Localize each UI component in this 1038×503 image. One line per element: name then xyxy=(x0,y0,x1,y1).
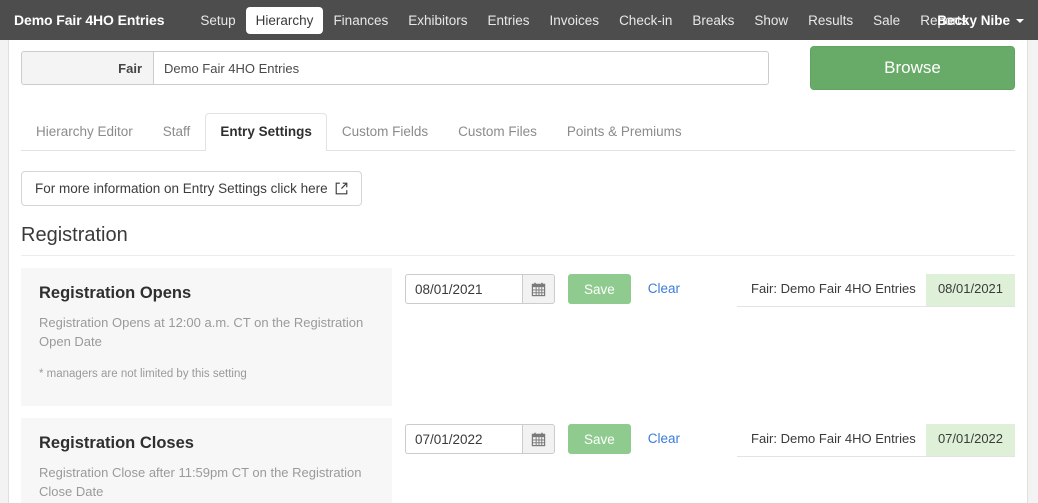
scope-value-table: Fair: Demo Fair 4HO Entries 07/01/2022 xyxy=(737,424,1015,457)
date-input-group xyxy=(404,274,555,304)
setting-controls-panel: Save Clear Fair: Demo Fair 4HO Entries 0… xyxy=(392,418,1015,457)
setting-description: Registration Close after 11:59pm CT on t… xyxy=(39,465,362,499)
registration-closes-save-button[interactable]: Save xyxy=(567,424,631,454)
top-nav-items: Setup Hierarchy Finances Exhibitors Entr… xyxy=(190,0,977,40)
scope-label: Fair: Demo Fair 4HO Entries xyxy=(751,431,916,446)
tab-hierarchy-editor[interactable]: Hierarchy Editor xyxy=(21,113,148,150)
nav-item-finances[interactable]: Finances xyxy=(323,7,398,34)
setting-title: Registration Opens xyxy=(39,284,192,302)
setting-row-registration-closes: Registration Closes Registration Close a… xyxy=(21,418,1015,503)
scope-value-badge: 07/01/2022 xyxy=(926,424,1015,456)
sub-tab-bar: Hierarchy Editor Staff Entry Settings Cu… xyxy=(21,113,1015,151)
nav-item-hierarchy[interactable]: Hierarchy xyxy=(245,6,324,34)
nav-item-sale[interactable]: Sale xyxy=(863,7,910,34)
nav-item-results[interactable]: Results xyxy=(798,7,863,34)
page-container: Fair Browse Hierarchy Editor Staff Entry… xyxy=(8,40,1028,503)
date-input-group xyxy=(404,424,555,454)
nav-item-check-in[interactable]: Check-in xyxy=(609,7,682,34)
nav-item-breaks[interactable]: Breaks xyxy=(682,7,744,34)
calendar-icon xyxy=(531,282,546,296)
tab-custom-files[interactable]: Custom Files xyxy=(443,113,552,150)
entry-settings-info-button[interactable]: For more information on Entry Settings c… xyxy=(21,171,362,206)
user-menu-label: Becky Nibe xyxy=(937,12,1010,28)
nav-item-exhibitors[interactable]: Exhibitors xyxy=(398,7,477,34)
fair-input[interactable] xyxy=(153,51,769,85)
setting-description-panel: Registration Opens Registration Opens at… xyxy=(21,268,392,406)
scope-value-table: Fair: Demo Fair 4HO Entries 08/01/2021 xyxy=(737,274,1015,307)
setting-description-panel: Registration Closes Registration Close a… xyxy=(21,418,392,503)
fair-input-group: Fair xyxy=(21,51,769,85)
tab-staff[interactable]: Staff xyxy=(148,113,206,150)
fair-input-label: Fair xyxy=(21,51,153,85)
registration-opens-clear-link[interactable]: Clear xyxy=(648,274,680,304)
chevron-down-icon xyxy=(1016,19,1024,23)
nav-item-entries[interactable]: Entries xyxy=(478,7,540,34)
calendar-picker-button[interactable] xyxy=(521,424,555,454)
info-button-wrapper: For more information on Entry Settings c… xyxy=(9,151,1027,206)
setting-row-registration-opens: Registration Opens Registration Opens at… xyxy=(21,268,1015,406)
browse-button[interactable]: Browse xyxy=(810,46,1015,90)
page-background: Fair Browse Hierarchy Editor Staff Entry… xyxy=(0,40,1038,503)
setting-controls-panel: Save Clear Fair: Demo Fair 4HO Entries 0… xyxy=(392,268,1015,307)
external-link-icon xyxy=(335,182,347,195)
tab-points-and-premiums[interactable]: Points & Premiums xyxy=(552,113,697,150)
app-brand-title: Demo Fair 4HO Entries xyxy=(14,12,165,28)
nav-item-invoices[interactable]: Invoices xyxy=(540,7,610,34)
registration-opens-save-button[interactable]: Save xyxy=(567,274,631,304)
nav-item-show[interactable]: Show xyxy=(744,7,798,34)
calendar-icon xyxy=(531,432,546,446)
tab-entry-settings[interactable]: Entry Settings xyxy=(205,113,327,151)
setting-note: * managers are not limited by this setti… xyxy=(39,368,247,380)
registration-closes-date-input[interactable] xyxy=(404,424,522,454)
setting-title: Registration Closes xyxy=(39,434,194,452)
top-navigation-bar: Demo Fair 4HO Entries Setup Hierarchy Fi… xyxy=(0,0,1038,40)
info-button-label: For more information on Entry Settings c… xyxy=(35,181,328,196)
user-menu[interactable]: Becky Nibe xyxy=(937,0,1024,40)
registration-closes-clear-link[interactable]: Clear xyxy=(648,424,680,454)
scope-value-badge: 08/01/2021 xyxy=(926,274,1015,306)
fair-selector-row: Fair Browse xyxy=(9,40,1027,95)
calendar-picker-button[interactable] xyxy=(521,274,555,304)
registration-opens-date-input[interactable] xyxy=(404,274,522,304)
tab-custom-fields[interactable]: Custom Fields xyxy=(327,113,443,150)
nav-item-setup[interactable]: Setup xyxy=(190,7,245,34)
scope-label: Fair: Demo Fair 4HO Entries xyxy=(751,281,916,296)
section-title-registration: Registration xyxy=(21,223,1015,256)
setting-description: Registration Opens at 12:00 a.m. CT on t… xyxy=(39,315,364,349)
